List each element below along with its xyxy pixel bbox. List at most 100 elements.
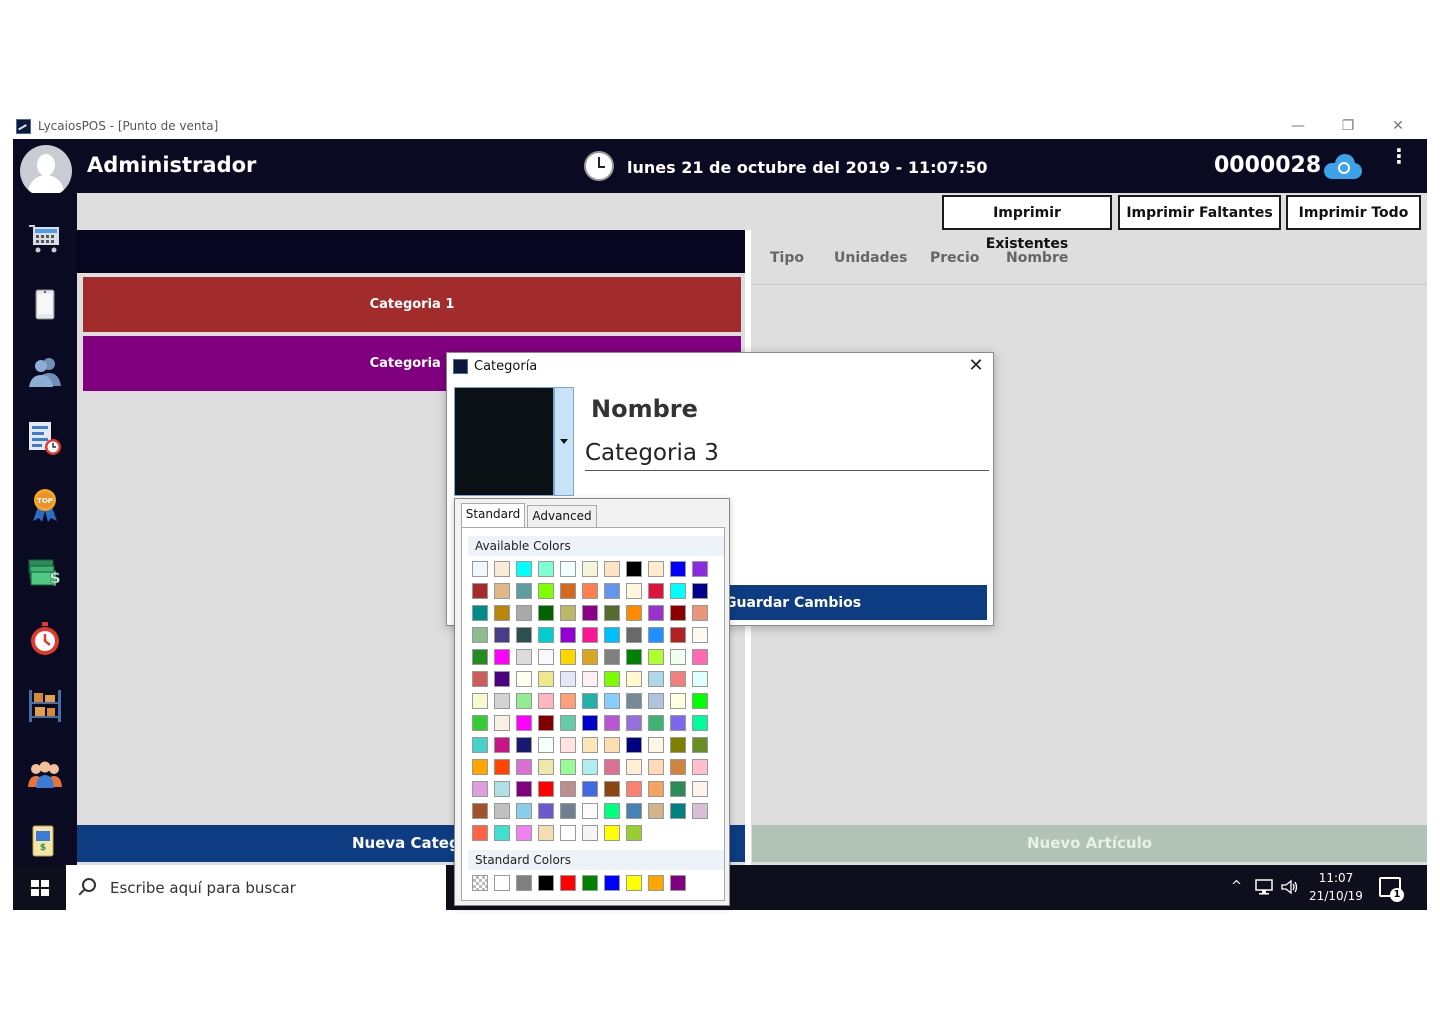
color-cell[interactable]: [516, 803, 532, 819]
color-cell[interactable]: [494, 627, 510, 643]
color-cell[interactable]: [648, 671, 664, 687]
color-cell[interactable]: [626, 583, 642, 599]
color-cell[interactable]: [582, 561, 598, 577]
color-cell[interactable]: [516, 693, 532, 709]
color-cell[interactable]: [670, 671, 686, 687]
more-menu-icon[interactable]: ⋮: [1389, 146, 1409, 166]
color-cell[interactable]: [538, 759, 554, 775]
color-cell[interactable]: [560, 781, 576, 797]
color-cell[interactable]: [604, 737, 620, 753]
color-cell[interactable]: [626, 627, 642, 643]
standard-color-cell[interactable]: [604, 875, 620, 891]
color-cell[interactable]: [692, 715, 708, 731]
color-cell[interactable]: [560, 693, 576, 709]
color-cell[interactable]: [516, 605, 532, 621]
windows-start-icon[interactable]: [31, 880, 49, 896]
print-existing-button[interactable]: Imprimir Existentes: [942, 195, 1112, 252]
color-cell[interactable]: [538, 583, 554, 599]
phone-icon[interactable]: [27, 286, 63, 322]
color-cell[interactable]: [626, 605, 642, 621]
color-cell[interactable]: [604, 671, 620, 687]
standard-color-cell[interactable]: [560, 875, 576, 891]
cloud-sync-icon[interactable]: [1324, 153, 1362, 179]
selected-color-swatch[interactable]: [454, 387, 554, 496]
color-cell[interactable]: [582, 825, 598, 841]
color-cell[interactable]: [516, 649, 532, 665]
color-cell[interactable]: [516, 737, 532, 753]
standard-color-cell[interactable]: [516, 875, 532, 891]
color-cell[interactable]: [560, 583, 576, 599]
color-cell[interactable]: [560, 649, 576, 665]
color-cell[interactable]: [604, 649, 620, 665]
color-cell[interactable]: [560, 627, 576, 643]
color-cell[interactable]: [604, 627, 620, 643]
name-input[interactable]: [585, 435, 989, 471]
color-cell[interactable]: [626, 715, 642, 731]
color-cell[interactable]: [494, 583, 510, 599]
color-cell[interactable]: [692, 561, 708, 577]
color-cell[interactable]: [626, 803, 642, 819]
color-cell[interactable]: [604, 781, 620, 797]
color-cell[interactable]: [604, 759, 620, 775]
color-cell[interactable]: [626, 781, 642, 797]
color-cell[interactable]: [582, 759, 598, 775]
color-cell[interactable]: [472, 627, 488, 643]
color-cell[interactable]: [582, 627, 598, 643]
color-cell[interactable]: [626, 561, 642, 577]
color-cell[interactable]: [582, 781, 598, 797]
color-cell[interactable]: [604, 715, 620, 731]
color-cell[interactable]: [538, 715, 554, 731]
color-cell[interactable]: [670, 759, 686, 775]
color-cell[interactable]: [692, 803, 708, 819]
color-cell[interactable]: [472, 671, 488, 687]
color-cell[interactable]: [648, 715, 664, 731]
color-cell[interactable]: [538, 627, 554, 643]
save-changes-button[interactable]: Guardar Cambios: [695, 585, 987, 620]
color-cell[interactable]: [626, 671, 642, 687]
color-cell[interactable]: [648, 561, 664, 577]
color-cell[interactable]: [494, 759, 510, 775]
tab-advanced[interactable]: Advanced: [527, 505, 597, 528]
color-cell[interactable]: [516, 627, 532, 643]
color-cell[interactable]: [670, 561, 686, 577]
color-cell[interactable]: [604, 693, 620, 709]
standard-color-cell[interactable]: [626, 875, 642, 891]
color-cell[interactable]: [560, 803, 576, 819]
color-cell[interactable]: [538, 561, 554, 577]
color-cell[interactable]: [516, 759, 532, 775]
color-cell[interactable]: [692, 649, 708, 665]
color-cell[interactable]: [516, 781, 532, 797]
color-cell[interactable]: [560, 605, 576, 621]
color-cell[interactable]: [560, 737, 576, 753]
color-cell[interactable]: [560, 825, 576, 841]
color-cell[interactable]: [582, 671, 598, 687]
color-cell[interactable]: [516, 715, 532, 731]
color-cell[interactable]: [538, 803, 554, 819]
color-cell[interactable]: [472, 561, 488, 577]
color-cell[interactable]: [472, 781, 488, 797]
taskbar-search[interactable]: Escribe aquí para buscar: [66, 865, 446, 910]
standard-color-cell[interactable]: [494, 875, 510, 891]
color-cell[interactable]: [648, 649, 664, 665]
color-cell[interactable]: [538, 605, 554, 621]
color-cell[interactable]: [494, 781, 510, 797]
color-cell[interactable]: [604, 561, 620, 577]
column-header-tipo[interactable]: Tipo: [770, 250, 804, 266]
color-cell[interactable]: [494, 737, 510, 753]
color-cell[interactable]: [538, 671, 554, 687]
standard-color-cell[interactable]: [648, 875, 664, 891]
color-cell[interactable]: [692, 781, 708, 797]
color-cell[interactable]: [692, 583, 708, 599]
color-cell[interactable]: [626, 825, 642, 841]
dialog-close-button[interactable]: ✕: [965, 355, 987, 376]
color-cell[interactable]: [560, 671, 576, 687]
color-cell[interactable]: [472, 649, 488, 665]
window-close-button[interactable]: ✕: [1375, 115, 1421, 137]
color-cell[interactable]: [670, 737, 686, 753]
mobile-payment-icon[interactable]: $: [27, 822, 63, 858]
color-cell[interactable]: [648, 781, 664, 797]
color-cell[interactable]: [494, 825, 510, 841]
print-all-button[interactable]: Imprimir Todo: [1286, 195, 1421, 230]
color-cell[interactable]: [692, 627, 708, 643]
color-cell[interactable]: [582, 715, 598, 731]
